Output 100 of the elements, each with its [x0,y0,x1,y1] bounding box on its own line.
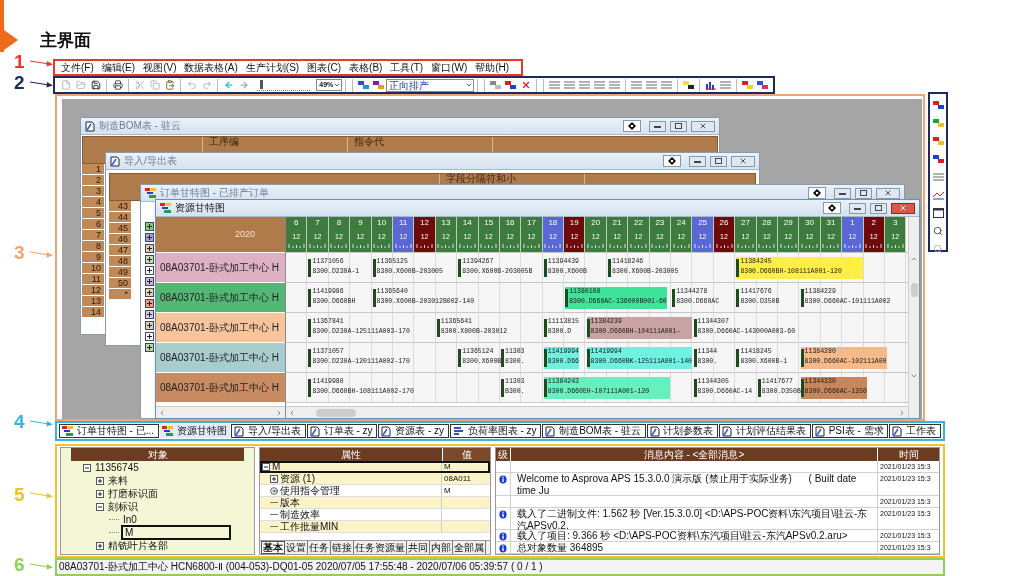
property-tab[interactable]: 内部 [430,541,453,554]
property-name: 工作批量MIN [280,521,339,532]
row-number: 46 [109,234,131,245]
date-label: 13 [441,217,451,228]
callout-number: 4 [14,412,25,432]
resource-label: 08A03701-卧式加工中心 H [156,312,285,342]
menu-item[interactable]: 视图(V) [143,61,177,74]
row-number: 2 [82,175,104,186]
message-text: 总对象数量 364895 [517,542,604,554]
resource-label: 08A03701-卧式加工中心 H [156,282,285,312]
window-tab[interactable]: 订单表 - zy [306,424,378,438]
date-label: 8 [336,217,342,228]
property-name: 使用指令管理 [280,485,340,496]
year-label: 2020 [156,217,285,252]
date-label: 12 [420,217,429,228]
property-value: M [444,461,451,472]
menu-item[interactable]: 生产计划(S) [245,61,300,74]
property-row[interactable]: 工作批量MIN [260,521,490,533]
row-number: 10 [82,263,104,274]
row-number: 44 [109,212,131,223]
row-number: 8 [82,241,104,252]
property-tab[interactable]: 设置 [285,541,308,554]
date-label: 2 [871,217,876,228]
property-tab[interactable]: 基本 [261,541,285,554]
menu-item[interactable]: 数据表格(A) [184,61,238,74]
property-tab[interactable]: 共同 [407,541,430,554]
date-label: 14 [462,217,472,228]
tree-item[interactable]: 11356745 [93,462,141,473]
window-tab[interactable]: 制造BOM表 - 驻云 [542,424,646,438]
date-label: 17 [527,217,536,228]
tree-item[interactable]: 精铣叶片各部 [106,540,170,551]
row-number: 45 [109,223,131,234]
window-tab[interactable]: 计划评估结果表 [719,424,811,438]
date-label: 25 [698,217,708,228]
date-label: 10 [377,217,387,228]
row-number: 9 [82,252,104,263]
row-number: 6 [82,219,104,230]
scheduling-mode-dropdown[interactable]: 正向排产 [386,78,474,92]
date-label: 1 [850,217,855,228]
menu-item[interactable]: 工具(T) [390,61,424,74]
window-tab[interactable]: 订单甘特图 - 已... [59,424,159,438]
date-label: 20 [591,217,601,228]
property-row[interactable]: 资源 (1) 08A011 [260,473,490,485]
date-label: 6 [293,217,299,228]
property-tab[interactable]: 链接 [331,541,354,554]
message-text: Welcome to Asprova APS 15.3.0.0 演示版 (禁止用于实际业务) ( Built date time Ju [517,473,858,497]
menu-item[interactable]: 图表(C) [307,61,342,74]
date-label: 24 [676,217,686,228]
column-header: 属性 [340,448,362,461]
row-number: * [109,289,131,300]
resource-label: 08A03701-卧式加工中心 H [156,372,285,402]
window-tab[interactable]: 负荷率图表 - zy [449,424,542,438]
property-row[interactable]: 制造效率 [260,509,490,521]
menu-item[interactable]: 文件(F) [61,61,94,74]
tree-item[interactable]: 刻标识 [106,501,140,512]
window-tab[interactable]: 资源甘特图 [159,424,231,438]
window-tab[interactable]: 工作表 [889,424,942,438]
row-number: 1 [82,164,104,175]
window-tab[interactable]: PSI表 - 需求 [811,424,889,438]
menu-item[interactable]: 帮助(H) [475,61,510,74]
window-title: 制造BOM表 - 驻云 [99,120,181,132]
column-header: 消息内容 - <全部消息> [510,448,877,461]
tree-item[interactable]: M [121,525,231,540]
callout-number: 5 [14,485,25,505]
date-label: 22 [634,217,643,228]
menu-item[interactable]: 编辑(E) [101,61,136,74]
property-name: 资源 (1) [280,473,315,484]
row-number: 7 [82,230,104,241]
row-number: 12 [82,285,104,296]
property-name: 版本 [280,497,300,508]
date-label: 31 [826,217,836,228]
row-number: 14 [82,307,104,318]
date-label: 21 [612,217,622,228]
window-tab[interactable]: 资源表 - zy [378,424,449,438]
row-number: 4 [82,197,104,208]
property-tab[interactable]: 全部属 [453,541,486,554]
callout-number: 1 [14,52,25,72]
property-tab[interactable]: 任务 [308,541,331,554]
date-label: 16 [505,217,515,228]
date-label: 15 [484,217,494,228]
property-row[interactable]: 使用指令管理 M [260,485,490,497]
row-number: 43 [109,201,131,212]
window-tab[interactable]: 计划参数表 [646,424,719,438]
tree-item[interactable]: 打磨标识面 [106,488,160,499]
menu-item[interactable]: 表格(B) [349,61,383,74]
property-row[interactable]: 版本 [260,497,490,509]
row-number: 48 [109,256,131,267]
row-number: 5 [82,208,104,219]
resource-label: 08A03701-卧式加工中心 H [156,342,285,372]
menu-item[interactable]: 窗口(W) [431,61,468,74]
property-value: 08A011 [444,473,471,484]
property-tab[interactable]: 任务资源量 [354,541,407,554]
resource-label: 08A03701-卧式加工中心 H [156,252,285,282]
message-text: 载入了二进制文件: 1.562 秒 [Ver.15.3.0.0] <D:\APS-POC资料\东汽项目\驻云-东汽APSv0.2. [517,507,869,531]
date-label: 27 [740,217,750,228]
window-tab[interactable]: 导入/导出表 [231,424,306,438]
date-label: 7 [315,217,320,228]
tree-item[interactable]: 来料 [106,475,130,486]
tree-item[interactable]: In0 [121,514,139,525]
date-label: 3 [892,217,898,228]
